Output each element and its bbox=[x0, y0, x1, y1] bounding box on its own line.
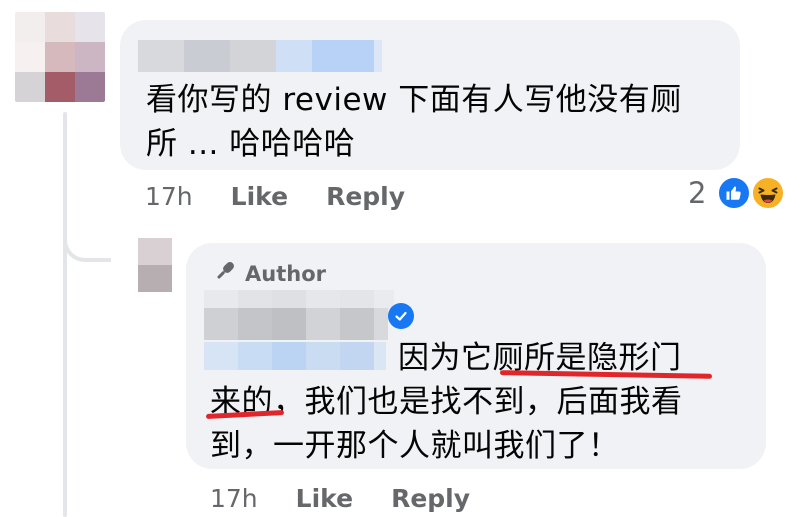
reaction-count[interactable]: 2 bbox=[688, 176, 706, 210]
comment-bubble: 看你写的 review 下面有人写他没有厕 所 ... 哈哈哈哈 bbox=[120, 20, 740, 170]
reply-text: 来的，我们也是找不到，后面我看 到，一开那个人就叫我们了！ bbox=[210, 380, 683, 468]
reply-actions: 17h Like Reply bbox=[210, 484, 470, 513]
microphone-icon bbox=[213, 259, 237, 288]
like-button[interactable]: Like bbox=[296, 484, 353, 513]
author-avatar[interactable] bbox=[138, 238, 172, 292]
author-name-blurred[interactable] bbox=[204, 342, 386, 370]
comment-text: 看你写的 review 下面有人写他没有厕 所 ... 哈哈哈哈 bbox=[146, 78, 682, 166]
author-badge-label: Author bbox=[245, 261, 326, 286]
comment-text-line: 所 ... 哈哈哈哈 bbox=[146, 126, 356, 162]
reply-text-line: 来的，我们也是找不到，后面我看 bbox=[210, 384, 683, 420]
commenter-avatar[interactable] bbox=[15, 12, 105, 102]
thread-connector-line bbox=[63, 112, 67, 517]
author-badge: Author bbox=[213, 259, 326, 288]
reply-button[interactable]: Reply bbox=[326, 182, 405, 211]
author-name-blurred[interactable] bbox=[204, 290, 394, 310]
reply-connector-curve bbox=[63, 232, 111, 262]
author-name-blurred[interactable] bbox=[204, 308, 388, 340]
reply-timestamp[interactable]: 17h bbox=[210, 484, 258, 513]
like-button[interactable]: Like bbox=[231, 182, 288, 211]
commenter-name-blurred[interactable] bbox=[138, 40, 382, 72]
comment-actions: 17h Like Reply bbox=[145, 182, 405, 211]
like-reaction-icon[interactable] bbox=[716, 175, 752, 211]
verified-badge-icon bbox=[388, 303, 414, 329]
comment-text-line: 看你写的 review 下面有人写他没有厕 bbox=[146, 82, 682, 118]
reply-text-line: 到，一开那个人就叫我们了！ bbox=[210, 428, 620, 464]
comment-timestamp[interactable]: 17h bbox=[145, 182, 193, 211]
haha-reaction-icon[interactable] bbox=[750, 175, 786, 211]
reply-button[interactable]: Reply bbox=[391, 484, 470, 513]
